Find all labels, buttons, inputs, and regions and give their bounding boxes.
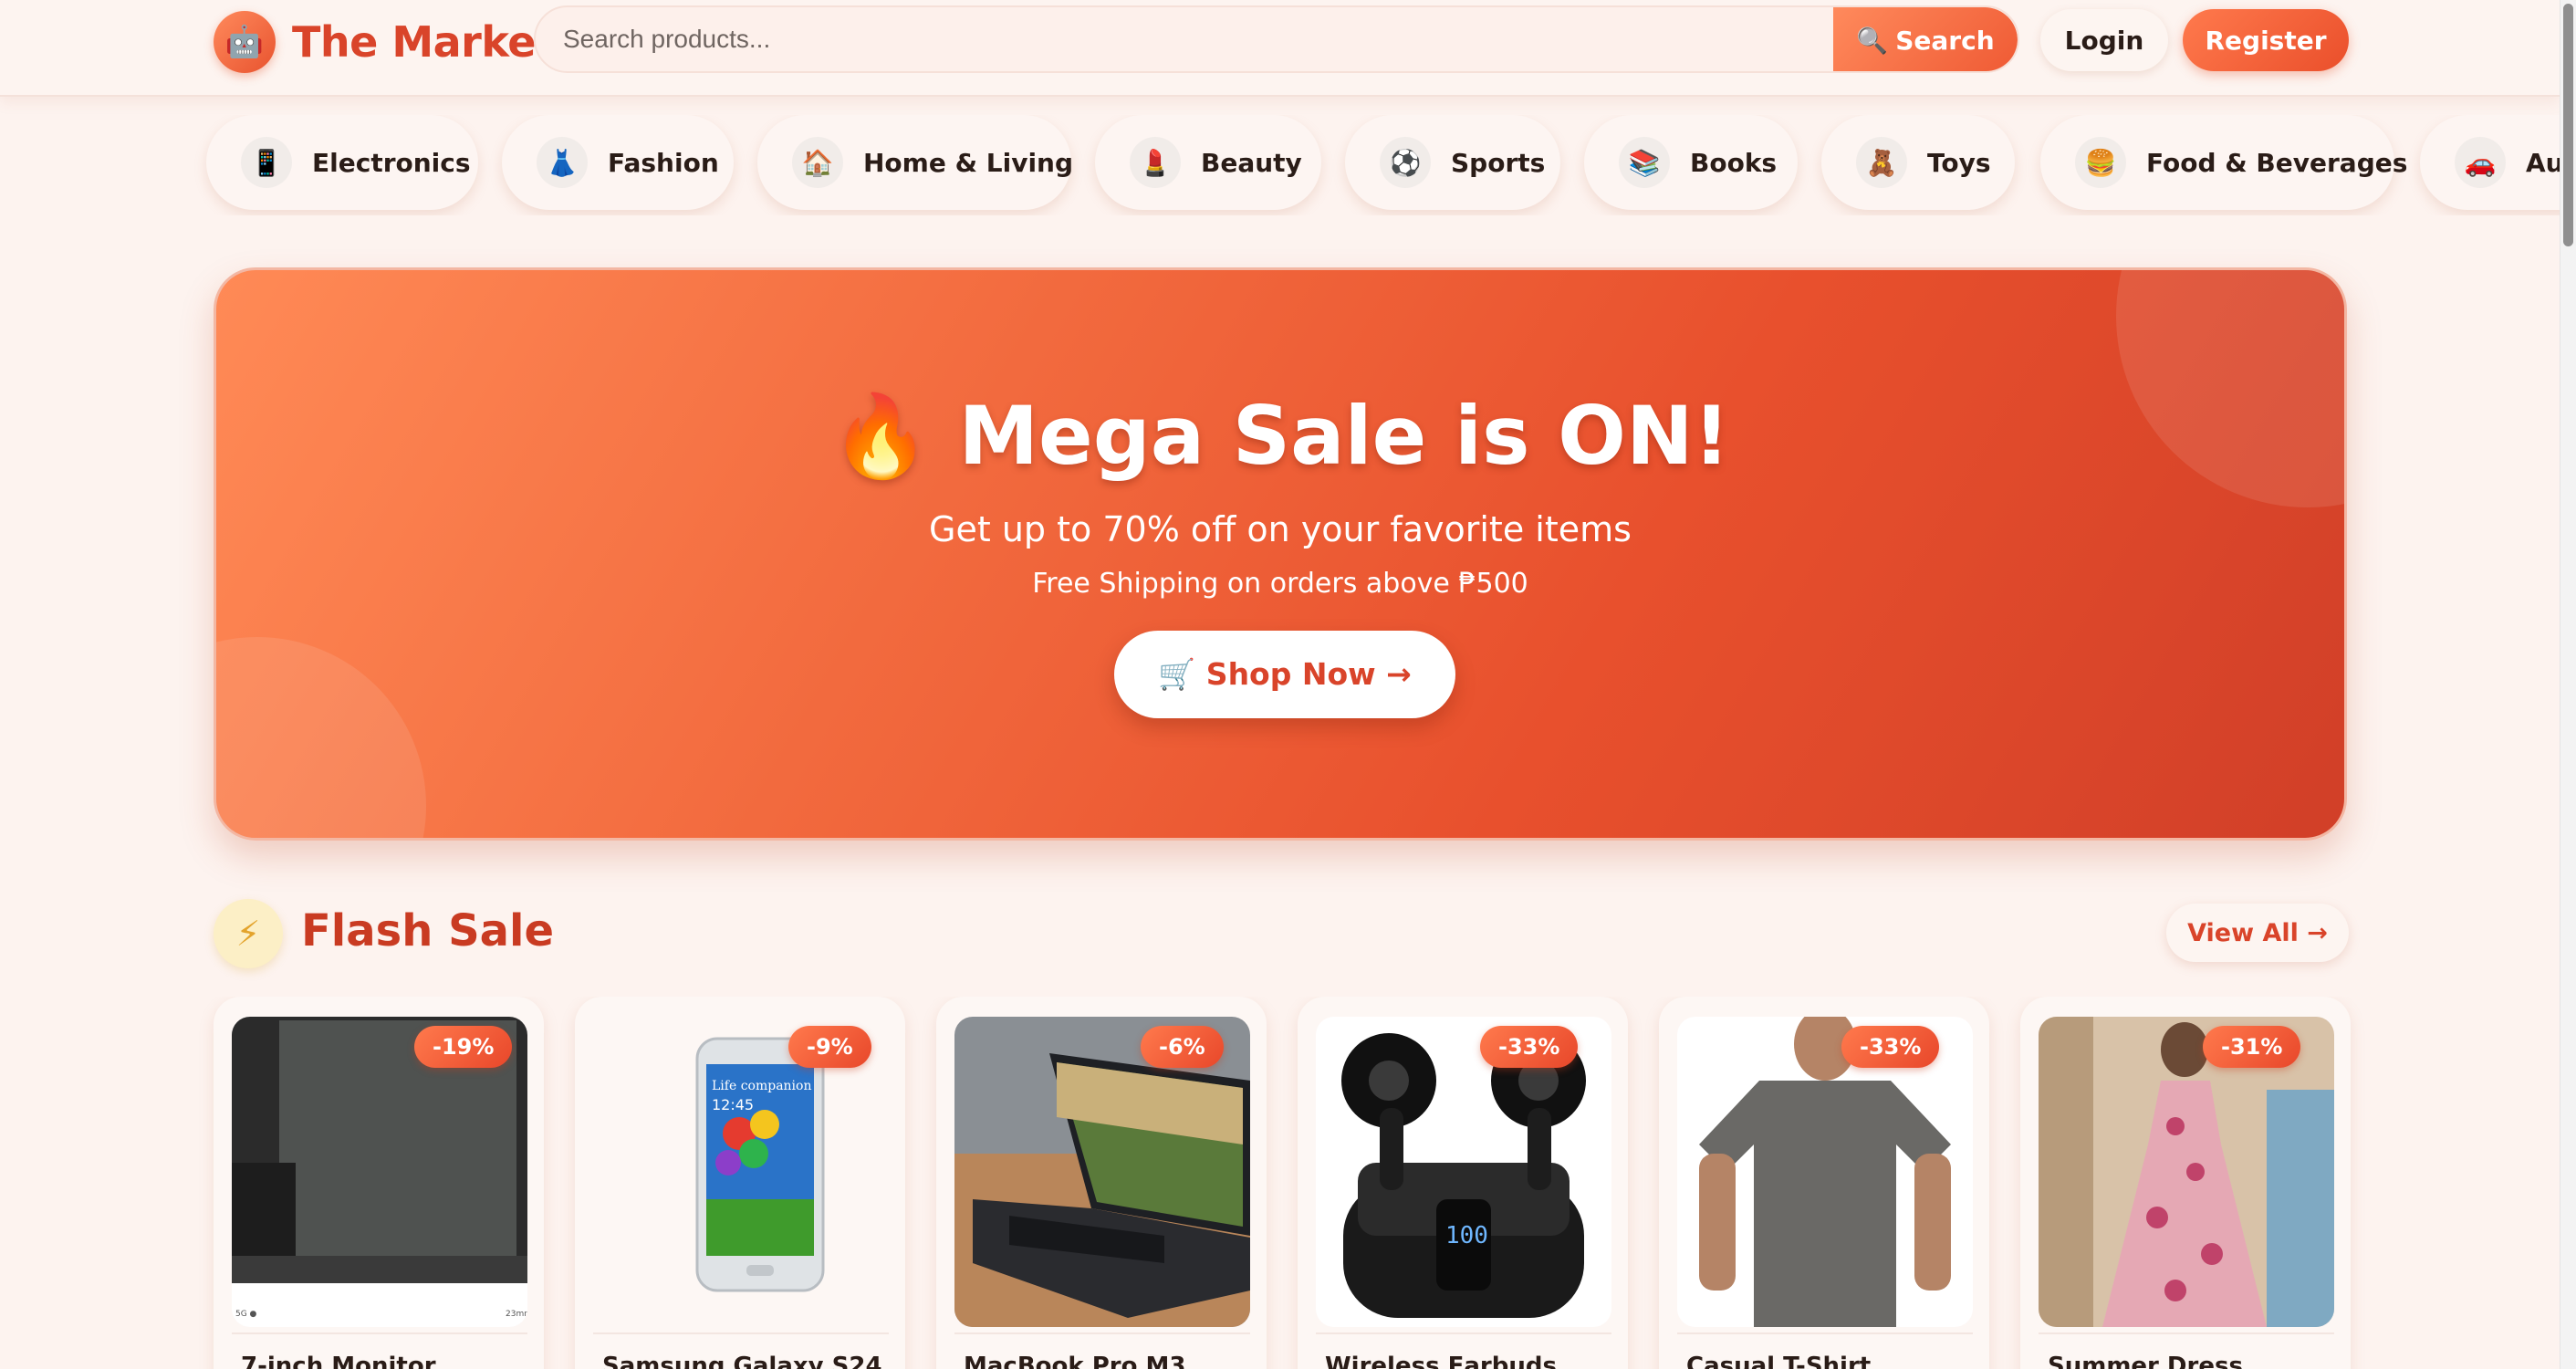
car-icon: 🚗	[2455, 137, 2506, 188]
divider	[954, 1332, 1250, 1334]
burger-icon: 🍔	[2075, 137, 2126, 188]
discount-badge: -19%	[414, 1026, 513, 1068]
category-label: Toys	[1927, 147, 1991, 178]
product-card[interactable]: -31% Summer Dress	[2020, 997, 2351, 1369]
divider	[1677, 1332, 1973, 1334]
smartphone-icon: 📱	[241, 137, 292, 188]
flash-sale-products: 5G ● 23mn -19% 7-inch Monitor Life compa…	[0, 997, 2560, 1369]
divider	[2039, 1332, 2334, 1334]
category-label: Fashion	[608, 147, 719, 178]
top-header: 🤖 The Market 🔍 Search Login Register	[0, 0, 2560, 97]
search-bar: 🔍 Search	[534, 5, 2019, 73]
product-name[interactable]: Casual T-Shirt	[1686, 1353, 1978, 1369]
category-home-living[interactable]: 🏠 Home & Living	[757, 115, 1074, 210]
section-title: Flash Sale	[301, 905, 555, 956]
lightning-icon: ⚡	[214, 899, 283, 968]
page-scrollbar[interactable]	[2560, 0, 2576, 1369]
product-card[interactable]: -6% MacBook Pro M3	[936, 997, 1267, 1369]
product-card[interactable]: -33% Casual T-Shirt	[1659, 997, 1989, 1369]
teddy-bear-icon: 🧸	[1856, 137, 1907, 188]
discount-badge: -33%	[1480, 1026, 1579, 1068]
svg-text:5G ●: 5G ●	[235, 1310, 257, 1319]
category-label: Home & Living	[863, 147, 1074, 178]
category-label: Books	[1690, 147, 1778, 178]
category-books[interactable]: 📚 Books	[1584, 115, 1798, 210]
category-toys[interactable]: 🧸 Toys	[1821, 115, 2015, 210]
category-bar: 📱 Electronics 👗 Fashion 🏠 Home & Living …	[0, 115, 2560, 215]
category-sports[interactable]: ⚽ Sports	[1345, 115, 1560, 210]
product-name[interactable]: Summer Dress	[2048, 1353, 2340, 1369]
hero-banner: 🔥 Mega Sale is ON! Get up to 70% off on …	[214, 267, 2347, 841]
discount-badge: -33%	[1841, 1026, 1940, 1068]
category-beauty[interactable]: 💄 Beauty	[1095, 115, 1321, 210]
product-name[interactable]: 7-inch Monitor	[241, 1353, 533, 1369]
decorative-circle	[216, 637, 426, 838]
category-label: Automotive	[2526, 147, 2560, 178]
search-button[interactable]: 🔍 Search	[1833, 7, 2018, 71]
category-electronics[interactable]: 📱 Electronics	[206, 115, 478, 210]
divider	[593, 1332, 889, 1334]
search-input[interactable]	[536, 7, 1836, 71]
discount-badge: -6%	[1141, 1026, 1224, 1068]
svg-text:Life companion: Life companion	[712, 1079, 811, 1093]
hero-subtitle: Get up to 70% off on your favorite items	[929, 509, 1632, 549]
shop-now-button[interactable]: 🛒 Shop Now →	[1114, 631, 1455, 718]
search-button-label: Search	[1895, 25, 1995, 56]
soccer-ball-icon: ⚽	[1380, 137, 1431, 188]
product-name[interactable]: MacBook Pro M3	[964, 1353, 1256, 1369]
product-card[interactable]: 100 -33% Wireless Earbuds	[1298, 997, 1628, 1369]
magnifier-icon: 🔍	[1856, 25, 1889, 56]
robot-icon: 🤖	[214, 11, 276, 73]
svg-text:23mn: 23mn	[506, 1310, 527, 1319]
category-label: Electronics	[312, 147, 471, 178]
category-label: Sports	[1451, 147, 1546, 178]
discount-badge: -9%	[788, 1026, 871, 1068]
category-label: Beauty	[1201, 147, 1302, 178]
hero-title: 🔥 Mega Sale is ON!	[830, 389, 1730, 483]
product-card[interactable]: 5G ● 23mn -19% 7-inch Monitor	[214, 997, 544, 1369]
house-icon: 🏠	[792, 137, 843, 188]
lipstick-icon: 💄	[1130, 137, 1181, 188]
login-button[interactable]: Login	[2040, 9, 2168, 71]
product-name[interactable]: Samsung Galaxy S24	[602, 1353, 894, 1369]
divider	[1316, 1332, 1611, 1334]
category-automotive[interactable]: 🚗 Automotive	[2420, 115, 2560, 210]
register-button[interactable]: Register	[2183, 9, 2349, 71]
product-card[interactable]: Life companion 12:45 -9% Samsung Galaxy …	[575, 997, 905, 1369]
svg-text:12:45: 12:45	[712, 1096, 754, 1113]
category-food-beverages[interactable]: 🍔 Food & Beverages	[2040, 115, 2407, 210]
dress-icon: 👗	[537, 137, 588, 188]
divider	[232, 1332, 527, 1334]
category-label: Food & Beverages	[2146, 147, 2408, 178]
scrollbar-thumb[interactable]	[2563, 4, 2573, 246]
discount-badge: -31%	[2203, 1026, 2301, 1068]
product-name[interactable]: Wireless Earbuds	[1325, 1353, 1617, 1369]
view-all-button[interactable]: View All →	[2166, 904, 2349, 962]
site-logo[interactable]: 🤖 The Market	[214, 11, 556, 73]
hero-shipping-note: Free Shipping on orders above ₱500	[1032, 568, 1528, 600]
category-fashion[interactable]: 👗 Fashion	[502, 115, 734, 210]
svg-text:100: 100	[1445, 1222, 1488, 1249]
logo-text: The Market	[292, 17, 556, 67]
books-icon: 📚	[1619, 137, 1670, 188]
